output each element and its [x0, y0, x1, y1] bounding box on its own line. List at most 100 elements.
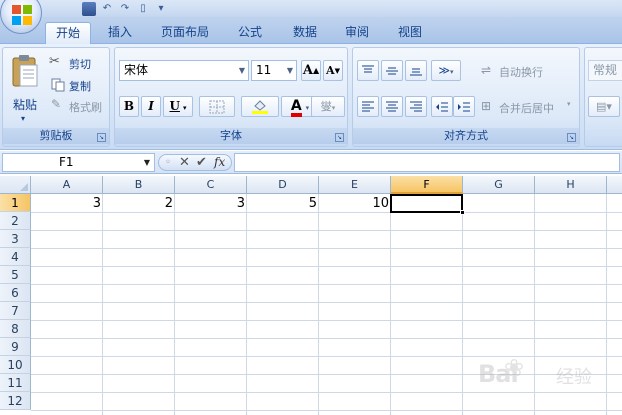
borders-button[interactable] [199, 96, 235, 117]
clipboard-dialog-launcher-icon[interactable]: ↘ [97, 133, 106, 142]
decrease-indent-icon [436, 102, 448, 112]
tab-view[interactable]: 视图 [388, 22, 432, 44]
title-bar: ↶ ↷ ▯ ▾ [0, 0, 622, 17]
number-format-value: 常规 [593, 63, 618, 77]
tab-review[interactable]: 审阅 [335, 22, 379, 44]
row-header-2[interactable]: 2 [0, 212, 31, 230]
column-header-g[interactable]: G [463, 176, 535, 194]
column-header-f[interactable]: F [391, 176, 463, 194]
font-size-value: 11 [256, 63, 272, 77]
align-center-icon [386, 101, 398, 112]
align-right-button[interactable] [405, 96, 427, 117]
underline-button[interactable]: U ▾ [163, 96, 193, 117]
select-all-button[interactable] [0, 176, 31, 194]
redo-icon[interactable]: ↷ [118, 2, 132, 16]
grow-font-icon: A [302, 63, 313, 78]
name-box-value: F1 [59, 155, 74, 169]
active-cell-f1[interactable] [390, 194, 463, 213]
cell-e1[interactable]: 10 [319, 195, 391, 213]
name-box[interactable]: F1 ▼ [2, 153, 155, 172]
row-header-5[interactable]: 5 [0, 266, 31, 284]
row-header-9[interactable]: 9 [0, 338, 31, 356]
align-center-button[interactable] [381, 96, 403, 117]
align-middle-button[interactable] [381, 60, 403, 81]
fill-handle[interactable] [460, 210, 465, 215]
scissors-icon: ✂ [49, 54, 60, 69]
cell-c1[interactable]: 3 [175, 195, 247, 213]
paste-label: 粘贴 [13, 98, 38, 112]
column-header-e[interactable]: E [319, 176, 391, 194]
tab-page-layout[interactable]: 页面布局 [152, 22, 218, 44]
phonetic-button[interactable]: 燮▾ [311, 96, 345, 117]
align-top-button[interactable] [357, 60, 379, 81]
formula-bar: F1 ▼ ◦ ✕ ✔ fx [0, 151, 622, 174]
cell-d1[interactable]: 5 [247, 195, 319, 213]
column-header-h[interactable]: H [535, 176, 607, 194]
align-left-button[interactable] [357, 96, 379, 117]
row-header-4[interactable]: 4 [0, 248, 31, 266]
cell-b1[interactable]: 2 [103, 195, 175, 213]
italic-button[interactable]: I [141, 96, 161, 117]
paste-dropdown-icon[interactable]: ▾ [21, 114, 25, 123]
font-group: 宋体 ▼ 11 ▼ A▲ A▼ B I U ▾ A ▾ 燮▾ 字体 ↘ [114, 47, 348, 147]
paw-icon: ❀ [504, 354, 525, 382]
font-name-dropdown[interactable]: 宋体 ▼ [119, 60, 249, 81]
align-bottom-button[interactable] [405, 60, 427, 81]
row-header-11[interactable]: 11 [0, 374, 31, 392]
number-format-dropdown[interactable]: 常规 [588, 60, 622, 81]
cell-a1[interactable]: 3 [31, 195, 103, 213]
new-document-icon[interactable]: ▯ [136, 2, 150, 16]
tab-home[interactable]: 开始 [45, 22, 91, 44]
merge-center-icon: ⊞ [481, 99, 492, 113]
column-header-a[interactable]: A [31, 176, 103, 194]
font-size-dropdown[interactable]: 11 ▼ [251, 60, 297, 81]
shrink-font-icon: A [326, 64, 335, 77]
alignment-group: ≫▾ ⇌ 自动换行 ⊞ 合并后居中 ▾ 对齐方式 ↘ [352, 47, 580, 147]
column-header-d[interactable]: D [247, 176, 319, 194]
row-header-7[interactable]: 7 [0, 302, 31, 320]
bold-button[interactable]: B [119, 96, 139, 117]
alignment-group-label: 对齐方式 [353, 128, 579, 144]
formula-input[interactable] [234, 153, 620, 172]
tab-insert[interactable]: 插入 [98, 22, 142, 44]
row-header-6[interactable]: 6 [0, 284, 31, 302]
grow-font-button[interactable]: A▲ [301, 60, 321, 81]
tab-data[interactable]: 数据 [283, 22, 327, 44]
customize-qat-icon[interactable]: ▾ [154, 2, 168, 16]
column-header-c[interactable]: C [175, 176, 247, 194]
format-painter-button[interactable]: ✎ 格式刷 [49, 97, 107, 115]
align-right-icon [410, 101, 422, 112]
cancel-icon[interactable]: ✕ [179, 155, 190, 170]
insert-function-icon[interactable]: fx [214, 155, 225, 170]
wrap-text-button[interactable]: ⇌ 自动换行 [481, 62, 577, 80]
merge-center-button[interactable]: ⊞ 合并后居中 ▾ [481, 98, 577, 116]
row-header-1[interactable]: 1 [0, 194, 31, 212]
number-group: 常规 ▤▾ [584, 47, 622, 147]
row-header-12[interactable]: 12 [0, 392, 31, 410]
column-header-next[interactable] [607, 176, 622, 194]
enter-icon[interactable]: ✔ [196, 155, 207, 170]
save-icon[interactable] [82, 1, 96, 16]
column-header-b[interactable]: B [103, 176, 175, 194]
increase-indent-icon [458, 102, 470, 112]
align-left-icon [362, 101, 374, 112]
tab-formulas[interactable]: 公式 [228, 22, 272, 44]
alignment-dialog-launcher-icon[interactable]: ↘ [567, 133, 576, 142]
chevron-down-icon: ▼ [143, 158, 150, 167]
increase-indent-button[interactable] [453, 96, 475, 117]
shrink-font-button[interactable]: A▼ [323, 60, 343, 81]
wrap-text-label: 自动换行 [499, 66, 543, 79]
font-dialog-launcher-icon[interactable]: ↘ [335, 133, 344, 142]
paste-button[interactable]: 粘贴 ▾ [7, 52, 43, 124]
copy-button[interactable]: 复制 [49, 76, 107, 94]
undo-icon[interactable]: ↶ [100, 2, 114, 16]
row-header-10[interactable]: 10 [0, 356, 31, 374]
row-header-8[interactable]: 8 [0, 320, 31, 338]
cut-button[interactable]: ✂ 剪切 [49, 54, 107, 72]
decrease-indent-button[interactable] [431, 96, 453, 117]
accounting-format-button[interactable]: ▤▾ [588, 96, 620, 117]
fill-color-button[interactable] [241, 96, 279, 117]
orientation-button[interactable]: ≫▾ [431, 60, 461, 81]
row-header-3[interactable]: 3 [0, 230, 31, 248]
align-bottom-icon [410, 68, 422, 76]
